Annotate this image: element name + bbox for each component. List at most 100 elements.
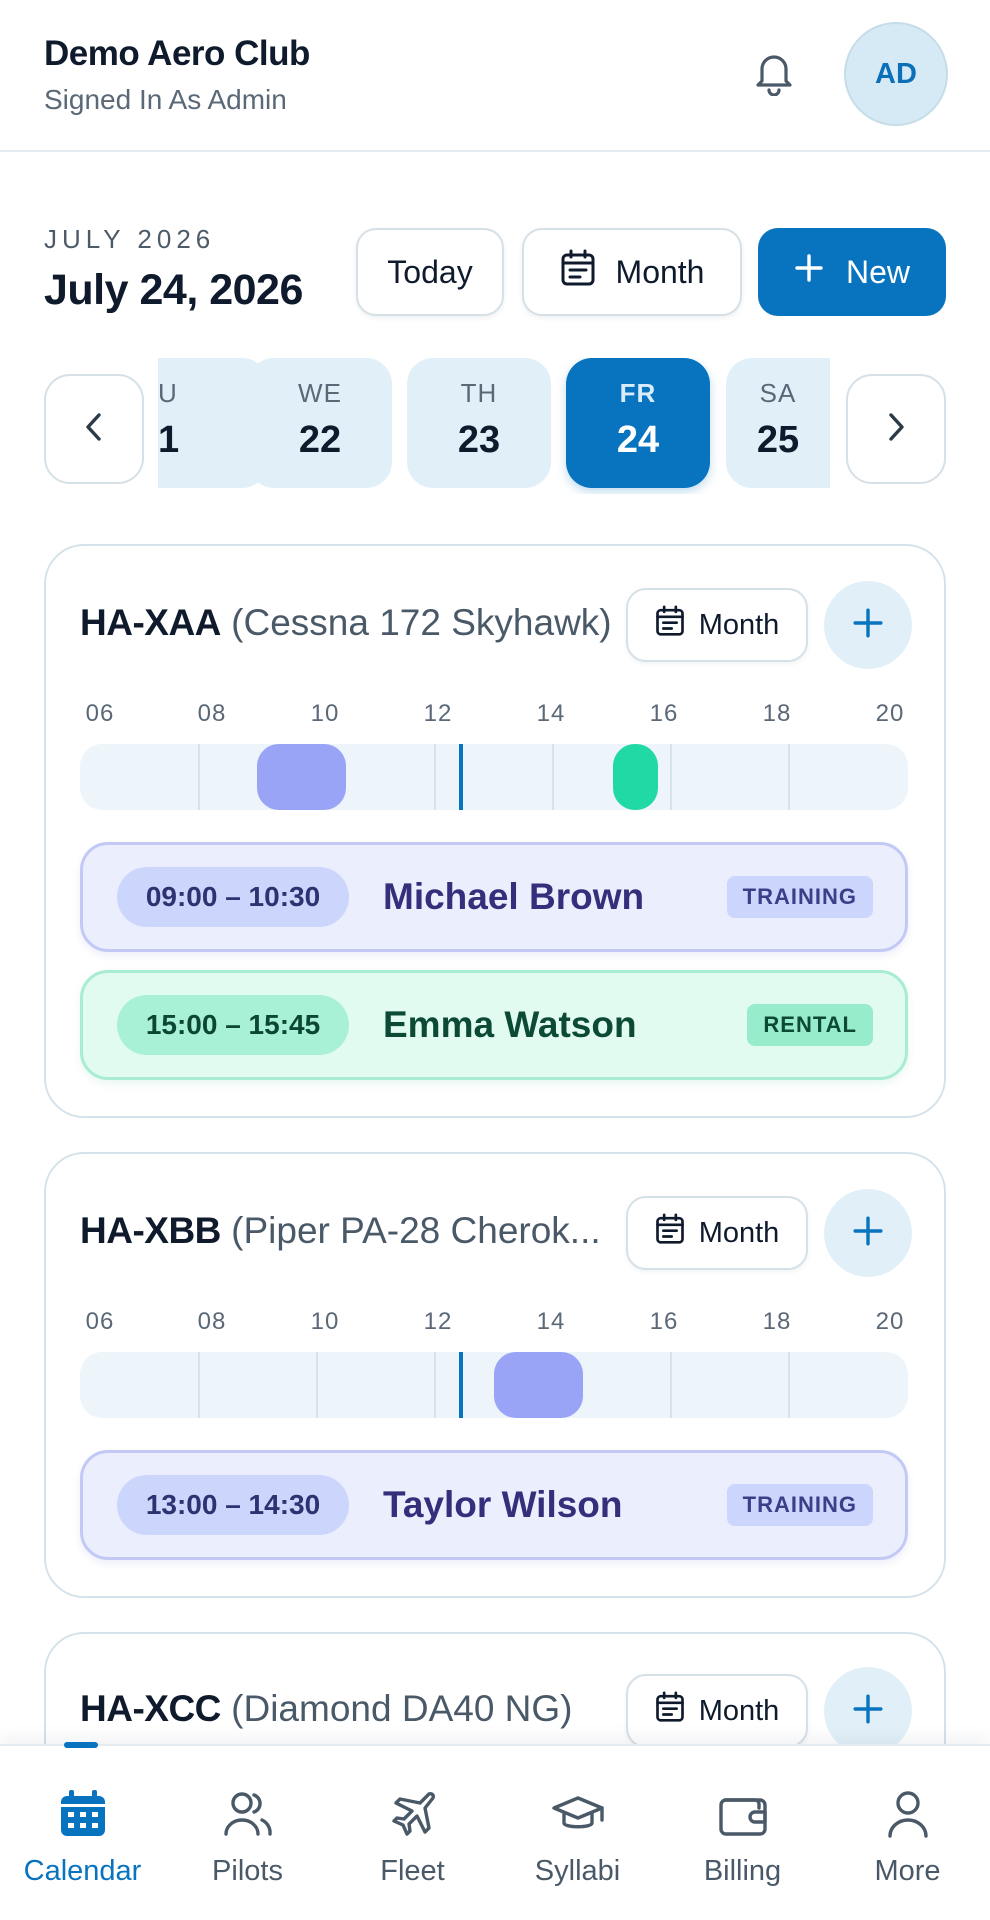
hour-scale: 06 08 10 12 14 16 18 20 <box>80 1308 908 1338</box>
timeline-booking-block[interactable] <box>494 1352 583 1418</box>
page-title: July 24, 2026 <box>44 266 303 314</box>
day-strip: U 1 WE 22 TH 23 FR 24 SA 25 <box>158 358 830 494</box>
day-of-week: SA <box>759 378 797 408</box>
timeline-gridline <box>198 1352 200 1418</box>
plus-icon <box>794 253 824 291</box>
hour-label: 14 <box>536 1308 566 1335</box>
aircraft-registration: HA-XAA <box>80 602 221 643</box>
booking-type-badge: TRAINING <box>726 1484 873 1526</box>
booking-pilot-name: Emma Watson <box>383 1004 637 1045</box>
tab-more[interactable]: More <box>825 1786 990 1888</box>
current-time-marker <box>459 744 463 810</box>
tab-fleet[interactable]: Fleet <box>330 1786 495 1888</box>
month-view-button[interactable]: Month <box>522 228 742 316</box>
tab-label: Fleet <box>380 1855 445 1887</box>
tab-pilots[interactable]: Pilots <box>165 1786 330 1888</box>
booking-time: 09:00 – 10:30 <box>117 867 349 927</box>
club-name: Demo Aero Club <box>44 34 310 73</box>
next-day-button[interactable] <box>846 374 946 484</box>
hour-label: 08 <box>197 1308 227 1335</box>
active-tab-indicator <box>64 1742 98 1748</box>
booking-row[interactable]: 15:00 – 15:45 Emma Watson RENTAL <box>80 970 908 1080</box>
today-button-label: Today <box>387 253 473 290</box>
month-chip-label: Month <box>698 1216 780 1249</box>
tab-label: Calendar <box>23 1855 142 1887</box>
hour-label: 06 <box>85 700 115 727</box>
tab-billing[interactable]: Billing <box>660 1786 825 1888</box>
timeline-gridline <box>552 744 554 810</box>
hour-label: 06 <box>85 1308 115 1335</box>
today-button[interactable]: Today <box>356 228 504 316</box>
day-of-week: WE <box>298 378 342 408</box>
hour-label: 16 <box>649 1308 679 1335</box>
day-item-selected[interactable]: FR 24 <box>566 358 710 488</box>
person-icon <box>880 1786 936 1847</box>
booking-row[interactable]: 13:00 – 14:30 Taylor Wilson TRAINING <box>80 1450 908 1560</box>
calendar-icon <box>55 1786 111 1847</box>
day-timeline <box>80 1352 908 1418</box>
users-icon <box>220 1786 276 1847</box>
month-chip-label: Month <box>698 1694 780 1727</box>
hour-scale: 06 08 10 12 14 16 18 20 <box>80 700 908 730</box>
day-number: 1 <box>158 419 180 461</box>
booking-type-badge: TRAINING <box>726 876 873 918</box>
day-number: 24 <box>616 419 660 461</box>
tab-syllabi[interactable]: Syllabi <box>495 1786 660 1888</box>
hour-label: 12 <box>423 700 453 727</box>
booking-time: 15:00 – 15:45 <box>117 995 349 1055</box>
aircraft-model: (Diamond DA40 NG) <box>231 1688 573 1729</box>
add-booking-button[interactable] <box>824 1189 912 1277</box>
calendar-icon <box>655 1213 685 1253</box>
bell-icon[interactable] <box>752 48 796 97</box>
hour-label: 16 <box>649 700 679 727</box>
booking-type-badge: RENTAL <box>747 1004 873 1046</box>
timeline-booking-block[interactable] <box>257 744 346 810</box>
booking-row[interactable]: 09:00 – 10:30 Michael Brown TRAINING <box>80 842 908 952</box>
timeline-booking-block[interactable] <box>613 744 658 810</box>
new-booking-label: New <box>845 253 910 290</box>
add-booking-button[interactable] <box>824 1667 912 1755</box>
hour-label: 20 <box>875 700 905 727</box>
day-of-week: FR <box>619 378 657 408</box>
hour-label: 08 <box>197 700 227 727</box>
calendar-icon <box>655 1691 685 1731</box>
plane-icon <box>385 1786 441 1847</box>
day-timeline <box>80 744 908 810</box>
previous-day-button[interactable] <box>44 374 144 484</box>
day-number: 23 <box>457 419 501 461</box>
timeline-gridline <box>670 744 672 810</box>
add-booking-button[interactable] <box>824 581 912 669</box>
aircraft-month-button[interactable]: Month <box>626 1674 808 1748</box>
timeline-gridline <box>434 744 436 810</box>
day-item[interactable]: WE 22 <box>248 358 392 488</box>
aircraft-month-button[interactable]: Month <box>626 1196 808 1270</box>
tab-label: Syllabi <box>534 1855 621 1887</box>
calendar-icon <box>560 249 596 295</box>
chevron-left-icon <box>82 410 106 449</box>
hour-label: 10 <box>310 700 340 727</box>
aircraft-month-button[interactable]: Month <box>626 588 808 662</box>
hour-label: 18 <box>762 1308 792 1335</box>
day-item[interactable]: SA 25 <box>726 358 830 488</box>
timeline-gridline <box>198 744 200 810</box>
app-header: Demo Aero Club Signed In As Admin AD <box>0 0 990 152</box>
month-view-label: Month <box>615 253 705 290</box>
current-time-marker <box>459 1352 463 1418</box>
signed-in-status: Signed In As Admin <box>44 84 287 115</box>
tab-calendar[interactable]: Calendar <box>0 1786 165 1888</box>
booking-pilot-name: Michael Brown <box>383 876 645 917</box>
booking-pilot-name: Taylor Wilson <box>383 1484 623 1525</box>
aircraft-model: (Cessna 172 Skyhawk) <box>231 602 612 643</box>
hour-label: 18 <box>762 700 792 727</box>
aircraft-card: HA-XBB (Piper PA-28 Cherok... Month 06 0… <box>44 1152 946 1598</box>
wallet-icon <box>715 1786 771 1847</box>
new-booking-button[interactable]: New <box>758 228 946 316</box>
graduation-cap-icon <box>550 1786 606 1847</box>
booking-time: 13:00 – 14:30 <box>117 1475 349 1535</box>
timeline-gridline <box>316 1352 318 1418</box>
day-item[interactable]: TH 23 <box>407 358 551 488</box>
tab-label: Billing <box>703 1855 782 1887</box>
plus-icon <box>852 1693 884 1730</box>
aircraft-card: HA-XAA (Cessna 172 Skyhawk) Month 06 08 … <box>44 544 946 1118</box>
avatar[interactable]: AD <box>844 22 948 126</box>
